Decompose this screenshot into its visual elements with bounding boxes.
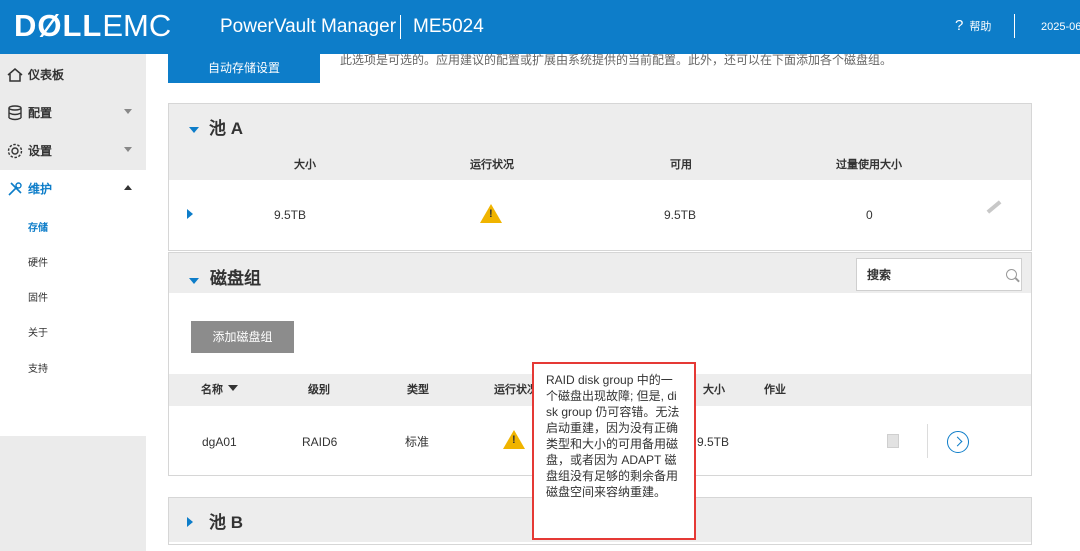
delete-trash-icon[interactable] [887, 434, 899, 448]
sidebar-item-settings[interactable]: 设置 [0, 132, 146, 170]
warning-icon[interactable]: ! [503, 430, 525, 449]
sidebar-item-maintenance[interactable]: 维护 [0, 170, 146, 208]
top-header: DØLLEMC PowerVault Manager ME5024 ? 帮助 20… [0, 0, 1080, 54]
header-divider [1014, 14, 1015, 38]
sidebar-item-label: 仪表板 [28, 68, 65, 82]
expand-row-icon[interactable] [187, 209, 193, 219]
pool-a-panel: 池 A [168, 103, 1032, 251]
column-health[interactable]: 运行状况 [470, 158, 514, 172]
column-available[interactable]: 可用 [670, 158, 692, 172]
app-title: PowerVault Manager [220, 16, 397, 37]
pool-b-title: 池 B [209, 513, 243, 532]
home-icon [7, 68, 23, 82]
column-size[interactable]: 大小 [294, 158, 316, 172]
pool-a-available: 9.5TB [664, 208, 697, 222]
pool-a-overcommit: 0 [866, 208, 873, 222]
sidebar-item-label: 配置 [28, 106, 53, 120]
row-action-divider [927, 424, 928, 458]
column-level[interactable]: 级别 [308, 383, 330, 397]
dell-emc-logo: DØLLEMC [14, 8, 172, 43]
chevron-down-icon [124, 147, 132, 152]
chevron-down-icon [124, 109, 132, 114]
auto-storage-setup-button[interactable]: 自动存储设置 [168, 54, 320, 83]
column-type[interactable]: 类型 [407, 383, 429, 397]
disk-group-type: 标准 [405, 435, 430, 449]
sidebar-item-dashboard[interactable]: 仪表板 [0, 56, 146, 94]
sidebar-subitem-hardware[interactable]: 硬件 [28, 257, 48, 271]
column-jobs[interactable]: 作业 [764, 383, 786, 397]
sidebar-subitem-storage[interactable]: 存储 [28, 222, 48, 236]
sidebar-item-provisioning[interactable]: 配置 [0, 94, 146, 132]
search-input[interactable]: 搜索 [856, 258, 1022, 291]
database-icon [8, 105, 22, 121]
pool-a-title: 池 A [209, 119, 243, 138]
collapse-icon [189, 278, 199, 284]
system-model: ME5024 [413, 16, 484, 37]
column-overcommit[interactable]: 过量使用大小 [836, 158, 902, 172]
pool-a-size: 9.5TB [274, 208, 307, 222]
sidebar-item-label: 维护 [28, 182, 53, 196]
help-link[interactable]: ? 帮助 [955, 17, 991, 36]
disk-group-name[interactable]: dgA01 [202, 434, 237, 450]
title-divider [400, 15, 401, 39]
search-icon [1006, 269, 1017, 280]
pool-a-header[interactable]: 池 A [169, 104, 1031, 148]
setup-description: 此选项是可选的。应用建议的配置或扩展由系统提供的当前配置。此外，还可以在下面添加… [340, 53, 893, 67]
health-tooltip: RAID disk group 中的一个磁盘出现故障; 但是, disk gro… [532, 362, 696, 540]
chevron-up-icon [124, 185, 132, 190]
disk-group-level: RAID6 [302, 435, 338, 449]
sidebar-subitem-support[interactable]: 支持 [28, 363, 48, 377]
add-disk-group-button[interactable]: 添加磁盘组 [191, 321, 294, 353]
chevron-right-icon[interactable] [947, 431, 969, 453]
tools-icon [8, 182, 22, 196]
sort-desc-icon[interactable] [228, 385, 238, 391]
system-date: 2025-06 [1041, 21, 1080, 33]
expand-icon [187, 517, 193, 527]
disk-groups-title: 磁盘组 [210, 269, 261, 288]
sidebar: 仪表板 配置 设置 维护 存储 硬件 固件 关于 支持 [0, 54, 146, 551]
sidebar-subitem-firmware[interactable]: 固件 [28, 292, 48, 306]
disk-group-size: 9.5TB [697, 435, 730, 449]
column-size[interactable]: 大小 [703, 383, 725, 397]
collapse-icon [189, 127, 199, 133]
maintenance-submenu: 存储 硬件 固件 关于 支持 [0, 204, 146, 436]
sidebar-subitem-about[interactable]: 关于 [28, 327, 48, 341]
sidebar-item-label: 设置 [28, 144, 53, 158]
help-icon: ? [955, 17, 964, 34]
gear-icon [7, 143, 23, 159]
warning-icon: ! [480, 204, 502, 223]
column-name[interactable]: 名称 [201, 383, 223, 397]
